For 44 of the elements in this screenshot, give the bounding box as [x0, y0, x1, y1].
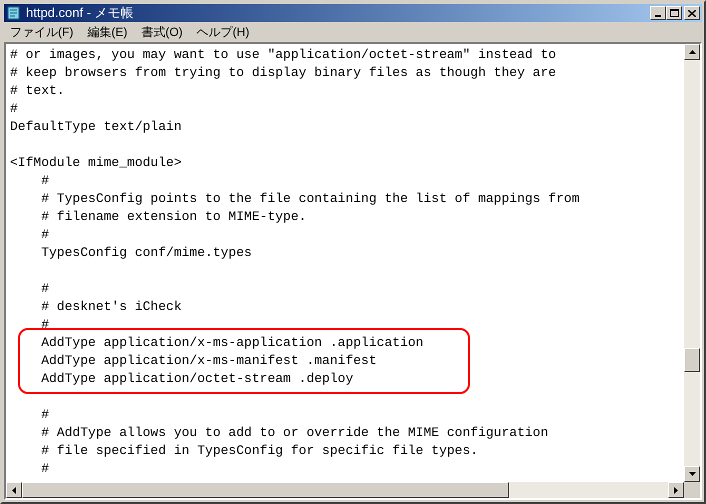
- vertical-scrollbar[interactable]: [684, 44, 700, 482]
- text-line: # AddType allows you to add to or override the MIME configuration: [40, 425, 548, 440]
- menu-item[interactable]: ファイル(F): [10, 23, 74, 41]
- close-icon: [688, 10, 696, 16]
- menu-item[interactable]: 編集(E): [87, 23, 128, 41]
- text-area[interactable]: [6, 44, 684, 482]
- down-arrow-icon: [688, 472, 696, 476]
- text-line: # TypesConfig points to the file containing the list of mappings from: [40, 191, 580, 206]
- text-line: # filename extension to MIME-type.: [40, 209, 306, 224]
- text-line: #: [40, 461, 50, 476]
- text-line: TypesConfig conf/mime.types: [40, 245, 252, 260]
- text-line: <IfModule mime_module>: [10, 155, 182, 170]
- window-title: httpd.conf - メモ帳: [26, 5, 134, 21]
- up-arrow-icon: [688, 50, 696, 54]
- text-line: # file specified in TypesConfig for specific file types.: [40, 443, 478, 458]
- text-line: # desknet's iCheck: [40, 299, 182, 314]
- text-line: #: [40, 173, 50, 188]
- text-line: #: [40, 407, 50, 422]
- left-arrow-icon: [12, 486, 16, 494]
- menu-item[interactable]: ヘルプ(H): [196, 23, 250, 41]
- menu-item[interactable]: 書式(O): [141, 23, 183, 41]
- scroll-right-button[interactable]: [668, 482, 684, 498]
- scroll-down-button[interactable]: [684, 466, 700, 482]
- scroll-left-button[interactable]: [6, 482, 22, 498]
- right-arrow-icon: [674, 486, 678, 494]
- text-line: #: [40, 317, 50, 332]
- text-line: # or images, you may want to use "application/octet-stream" instead to: [10, 47, 556, 62]
- scroll-thumb[interactable]: [684, 348, 700, 372]
- text-line: # text.: [10, 83, 65, 98]
- size-grip[interactable]: [684, 482, 700, 498]
- horizontal-scroll-thumb[interactable]: [22, 482, 509, 498]
- text-line: AddType application/x-ms-manifest .manifest: [40, 353, 377, 368]
- text-line: #: [10, 101, 18, 116]
- maximize-button[interactable]: [666, 6, 682, 20]
- notepad-icon: [6, 6, 22, 20]
- text-line: AddType application/octet-stream .deploy: [40, 371, 354, 386]
- text-line: AddType application/x-ms-application .application: [40, 335, 424, 350]
- text-line: #: [40, 281, 50, 296]
- minimize-button[interactable]: [650, 6, 666, 20]
- text-line: #: [40, 227, 50, 242]
- text-line: # keep browsers from trying to display binary files as though they are: [10, 65, 556, 80]
- scroll-up-button[interactable]: [684, 44, 700, 60]
- close-button[interactable]: [684, 6, 700, 20]
- text-line: DefaultType text/plain: [10, 119, 182, 134]
